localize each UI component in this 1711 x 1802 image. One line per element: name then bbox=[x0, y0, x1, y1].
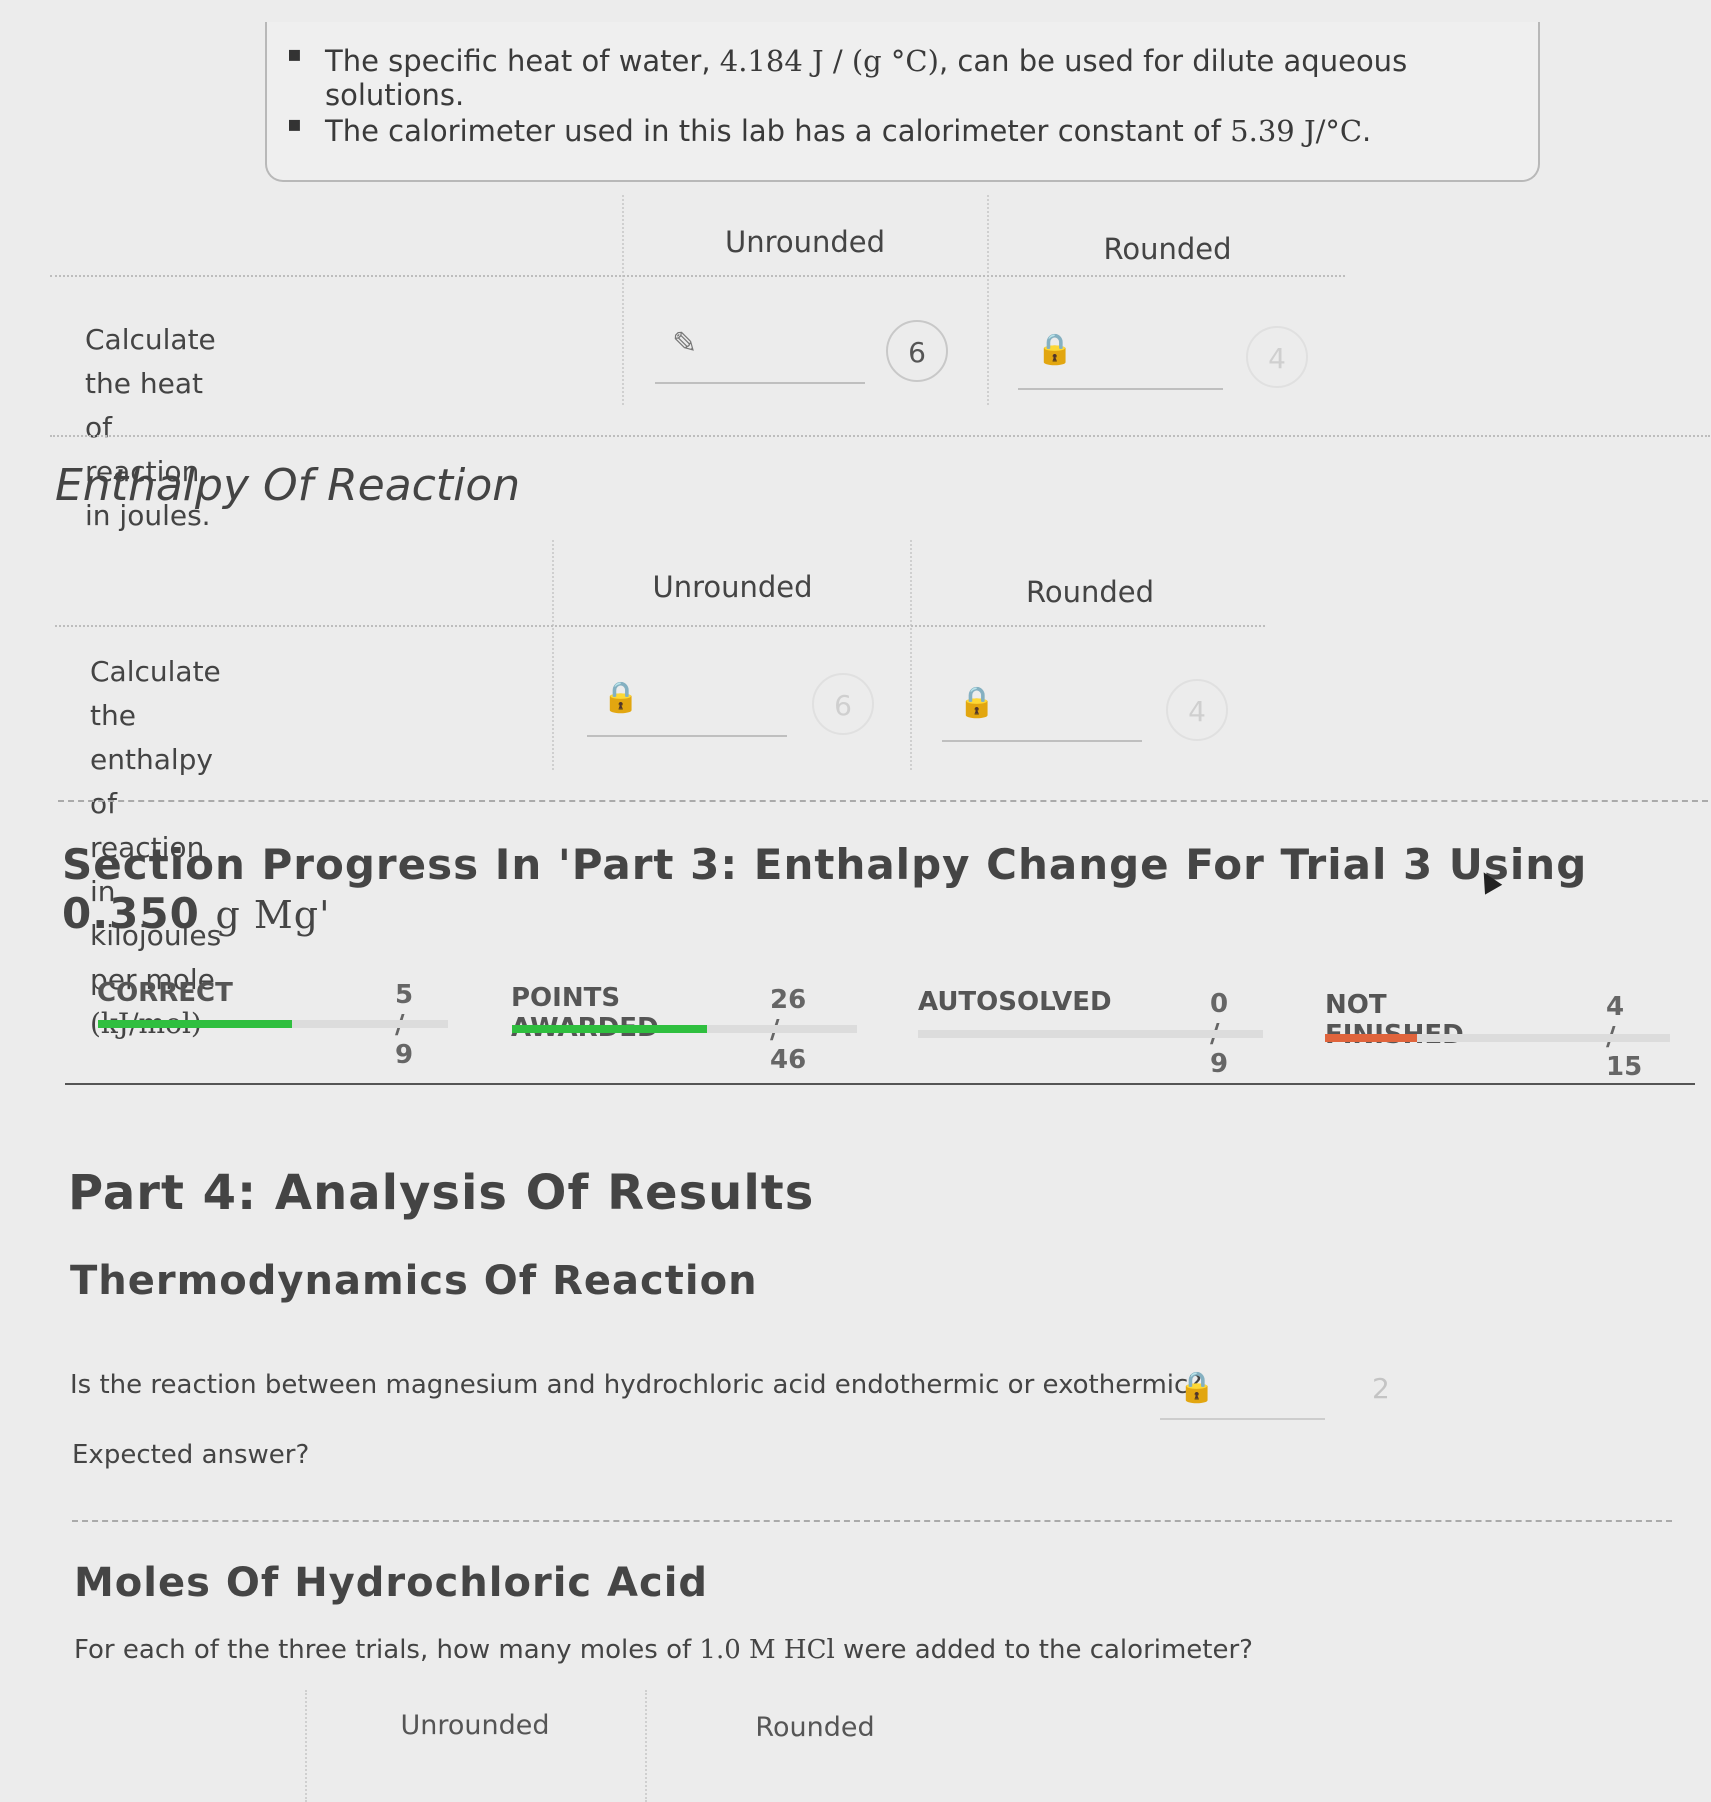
section-progress-heading: Section Progress In 'Part 3: Enthalpy Ch… bbox=[62, 840, 1588, 938]
enthalpy-rounded-input bbox=[942, 740, 1142, 742]
stat-points-fill bbox=[512, 1025, 707, 1033]
thermo-question: Is the reaction between magnesium and hy… bbox=[70, 1370, 1203, 1400]
note-calorimeter-constant: The calorimeter used in this lab has a c… bbox=[287, 112, 1371, 148]
col-header-unrounded: Unrounded bbox=[652, 570, 813, 604]
expected-answer-text: Expected answer? bbox=[72, 1440, 310, 1470]
divider bbox=[987, 195, 989, 405]
stat-correct-fill bbox=[98, 1020, 293, 1028]
stat-correct-bar bbox=[98, 1020, 448, 1028]
stat-not-finished-bar bbox=[1325, 1034, 1670, 1042]
divider bbox=[65, 1083, 1695, 1085]
specific-heat-value: 4.184 J / (g °C) bbox=[719, 44, 939, 78]
divider bbox=[72, 1520, 1672, 1522]
enthalpy-heading: Enthalpy Of Reaction bbox=[55, 460, 521, 511]
sig-fig-badge: 6 bbox=[812, 673, 874, 735]
stat-autosolved-bar bbox=[918, 1030, 1263, 1038]
divider bbox=[552, 540, 554, 770]
col-header-rounded: Rounded bbox=[755, 1712, 875, 1743]
thermo-points-badge: 2 bbox=[1372, 1372, 1390, 1405]
lock-icon: 🔒 bbox=[1178, 1370, 1216, 1405]
lock-icon: 🔒 bbox=[1036, 332, 1074, 367]
col-header-unrounded: Unrounded bbox=[724, 225, 886, 259]
heat-rounded-input bbox=[1018, 388, 1223, 390]
stat-points-bar bbox=[512, 1025, 857, 1033]
moles-question: For each of the three trials, how many m… bbox=[74, 1635, 1253, 1665]
thermo-heading: Thermodynamics Of Reaction bbox=[70, 1258, 758, 1304]
divider bbox=[58, 800, 1708, 802]
notes-box: The specific heat of water, 4.184 J / (g… bbox=[265, 22, 1540, 182]
enthalpy-unrounded-input bbox=[587, 735, 787, 737]
col-header-rounded: Rounded bbox=[1025, 575, 1154, 609]
part4-heading: Part 4: Analysis Of Results bbox=[68, 1165, 815, 1221]
divider bbox=[622, 195, 624, 405]
moles-heading: Moles Of Hydrochloric Acid bbox=[74, 1560, 709, 1606]
stat-points-label: POINTS AWARDED bbox=[511, 983, 659, 1043]
heat-unrounded-input[interactable] bbox=[655, 382, 865, 384]
divider bbox=[50, 435, 1710, 437]
sig-fig-badge: 4 bbox=[1246, 326, 1308, 388]
divider bbox=[645, 1690, 647, 1802]
divider bbox=[910, 540, 912, 770]
divider bbox=[305, 1690, 307, 1802]
note-specific-heat: The specific heat of water, 4.184 J / (g… bbox=[287, 42, 1538, 112]
calorimeter-constant-value: 5.39 J/°C bbox=[1230, 114, 1363, 148]
thermo-answer-input bbox=[1160, 1418, 1325, 1420]
sig-fig-badge: 6 bbox=[886, 320, 948, 382]
col-header-unrounded: Unrounded bbox=[400, 1710, 550, 1741]
lock-icon: 🔒 bbox=[602, 680, 640, 715]
stat-not-finished-fill bbox=[1325, 1034, 1417, 1042]
stat-correct-label: CORRECT bbox=[97, 978, 233, 1008]
pencil-icon: ✎ bbox=[672, 326, 698, 361]
lock-icon: 🔒 bbox=[958, 685, 996, 720]
divider bbox=[50, 275, 1345, 277]
stat-autosolved-label: AUTOSOLVED bbox=[918, 987, 1112, 1017]
sig-fig-badge: 4 bbox=[1166, 679, 1228, 741]
col-header-rounded: Rounded bbox=[1103, 232, 1232, 266]
divider bbox=[55, 625, 1265, 627]
